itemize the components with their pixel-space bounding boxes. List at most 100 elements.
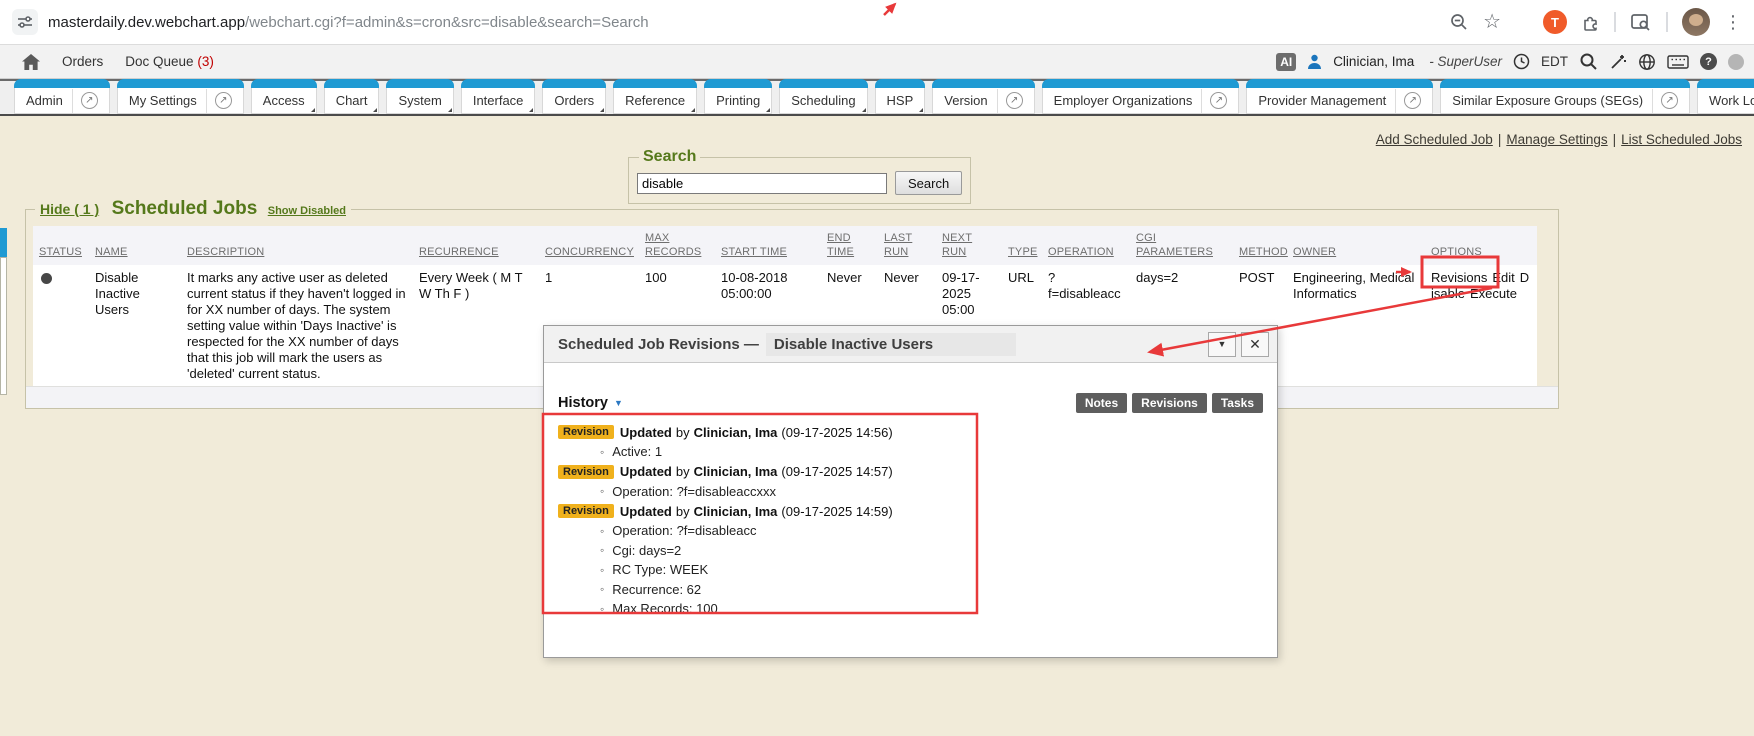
browser-menu-icon[interactable]: ⋮	[1724, 13, 1742, 31]
tab-my-settings[interactable]: My Settings↗	[117, 88, 244, 114]
list-scheduled-jobs-link[interactable]: List Scheduled Jobs	[1621, 132, 1742, 147]
frame-handle[interactable]	[0, 257, 7, 395]
tab-provider-management[interactable]: Provider Management↗	[1246, 88, 1433, 114]
zoom-icon[interactable]	[1449, 12, 1469, 32]
dialog-close-button[interactable]: ✕	[1241, 332, 1269, 357]
help-icon[interactable]: ?	[1700, 53, 1717, 70]
dialog-title-subject: Disable Inactive Users	[766, 333, 1016, 356]
edit-link[interactable]: Edit	[1492, 270, 1514, 285]
col-options[interactable]: OPTIONS	[1425, 226, 1537, 265]
tab-menu-corner	[311, 108, 315, 112]
col-status[interactable]: STATUS	[33, 226, 89, 265]
search-input[interactable]	[637, 173, 887, 194]
col-next-run[interactable]: NEXT RUN	[936, 226, 1002, 265]
table-header-row: STATUS NAME DESCRIPTION RECURRENCE CONCU…	[33, 226, 1537, 265]
execute-link[interactable]: Execute	[1470, 286, 1517, 301]
magic-wand-icon[interactable]	[1609, 53, 1627, 71]
tab-work-locations[interactable]: Work Locations↗	[1697, 88, 1754, 114]
col-concurrency[interactable]: CONCURRENCY	[539, 226, 639, 265]
popout-icon[interactable]: ↗	[215, 92, 232, 109]
revision-history-list: Revision Updated by Clinician, Ima (09-1…	[558, 422, 1263, 619]
dialog-titlebar[interactable]: Scheduled Job Revisions — Disable Inacti…	[544, 326, 1277, 363]
extensions-puzzle-icon[interactable]	[1581, 13, 1600, 32]
tab-search-icon[interactable]	[1630, 12, 1652, 32]
tab-interface[interactable]: Interface	[461, 88, 536, 114]
divider	[1666, 12, 1668, 32]
tab-printing[interactable]: Printing	[704, 88, 772, 114]
col-start-time[interactable]: START TIME	[715, 226, 821, 265]
cell-name: Disable Inactive Users	[89, 265, 181, 387]
scheduled-jobs-title: Scheduled Jobs	[112, 198, 258, 219]
keyboard-icon[interactable]	[1667, 54, 1689, 70]
timezone-label[interactable]: EDT	[1541, 54, 1568, 69]
tab-bar: Admin↗ My Settings↗ Access Chart System …	[0, 79, 1754, 116]
col-operation[interactable]: OPERATION	[1042, 226, 1130, 265]
tab-orders[interactable]: Orders	[542, 88, 606, 114]
col-last-run[interactable]: LAST RUN	[878, 226, 936, 265]
user-name[interactable]: Clinician, Ima	[1333, 54, 1414, 69]
popout-icon[interactable]: ↗	[1210, 92, 1227, 109]
col-recurrence[interactable]: RECURRENCE	[413, 226, 539, 265]
orders-link[interactable]: Orders	[62, 54, 103, 69]
home-icon[interactable]	[22, 54, 40, 70]
add-scheduled-job-link[interactable]: Add Scheduled Job	[1376, 132, 1493, 147]
dialog-dropdown-button[interactable]: ▼	[1208, 332, 1236, 357]
tab-admin[interactable]: Admin↗	[14, 88, 110, 114]
page-action-links: Add Scheduled Job|Manage Settings|List S…	[1376, 132, 1742, 147]
notes-button[interactable]: Notes	[1076, 393, 1127, 413]
manage-settings-link[interactable]: Manage Settings	[1506, 132, 1607, 147]
cell-status	[33, 265, 89, 387]
tab-hsp[interactable]: HSP	[875, 88, 926, 114]
col-end-time[interactable]: END TIME	[821, 226, 878, 265]
user-role: - SuperUser	[1429, 54, 1502, 69]
cell-recurrence: Every Week ( M T W Th F )	[413, 265, 539, 387]
page-content: Add Scheduled Job|Manage Settings|List S…	[0, 116, 1754, 736]
col-type[interactable]: TYPE	[1002, 226, 1042, 265]
history-toggle[interactable]: History	[558, 395, 608, 411]
tab-menu-corner	[766, 108, 770, 112]
col-method[interactable]: METHOD	[1233, 226, 1287, 265]
ai-badge[interactable]: AI	[1276, 53, 1296, 71]
history-caret-icon[interactable]: ▼	[614, 398, 623, 408]
revision-entry: Revision Updated by Clinician, Ima (09-1…	[558, 422, 1263, 442]
revisions-button[interactable]: Revisions	[1132, 393, 1207, 413]
revision-detail: ◦RC Type: WEEK	[558, 560, 1263, 580]
tab-access[interactable]: Access	[251, 88, 317, 114]
hide-link[interactable]: Hide ( 1 )	[40, 201, 99, 217]
col-name[interactable]: NAME	[89, 226, 181, 265]
doc-queue-link[interactable]: Doc Queue (3)	[125, 54, 214, 69]
tab-version[interactable]: Version↗	[932, 88, 1034, 114]
tab-similar-exposure-groups[interactable]: Similar Exposure Groups (SEGs)↗	[1440, 88, 1690, 114]
bullet-icon: ◦	[600, 484, 604, 498]
popout-icon[interactable]: ↗	[1661, 92, 1678, 109]
tasks-button[interactable]: Tasks	[1212, 393, 1263, 413]
frame-handle-active[interactable]	[0, 228, 7, 257]
globe-icon[interactable]	[1638, 53, 1656, 71]
bullet-icon: ◦	[600, 563, 604, 577]
site-info-icon[interactable]	[12, 9, 38, 35]
address-bar[interactable]: masterdaily.dev.webchart.app/webchart.cg…	[48, 14, 1449, 31]
col-description[interactable]: DESCRIPTION	[181, 226, 413, 265]
tab-employer-organizations[interactable]: Employer Organizations↗	[1042, 88, 1240, 114]
col-owner[interactable]: OWNER	[1287, 226, 1425, 265]
url-domain: masterdaily.dev.webchart.app	[48, 14, 245, 31]
revisions-link[interactable]: Revisions	[1431, 270, 1487, 285]
popout-icon[interactable]: ↗	[81, 92, 98, 109]
search-icon[interactable]	[1579, 52, 1598, 71]
extension-t-icon[interactable]: T	[1543, 10, 1567, 34]
tab-menu-corner	[600, 108, 604, 112]
cell-description: It marks any active user as deleted curr…	[181, 265, 413, 387]
bookmark-star-icon[interactable]: ☆	[1483, 12, 1501, 32]
tab-scheduling[interactable]: Scheduling	[779, 88, 867, 114]
tab-system[interactable]: System	[386, 88, 453, 114]
col-cgi-parameters[interactable]: CGI PARAMETERS	[1130, 226, 1233, 265]
show-disabled-link[interactable]: Show Disabled	[268, 205, 346, 217]
col-max-records[interactable]: MAX RECORDS	[639, 226, 715, 265]
clock-icon[interactable]	[1513, 53, 1530, 70]
tab-reference[interactable]: Reference	[613, 88, 697, 114]
profile-avatar[interactable]	[1682, 8, 1710, 36]
popout-icon[interactable]: ↗	[1404, 92, 1421, 109]
tab-chart[interactable]: Chart	[324, 88, 380, 114]
search-button[interactable]: Search	[895, 171, 962, 195]
popout-icon[interactable]: ↗	[1006, 92, 1023, 109]
